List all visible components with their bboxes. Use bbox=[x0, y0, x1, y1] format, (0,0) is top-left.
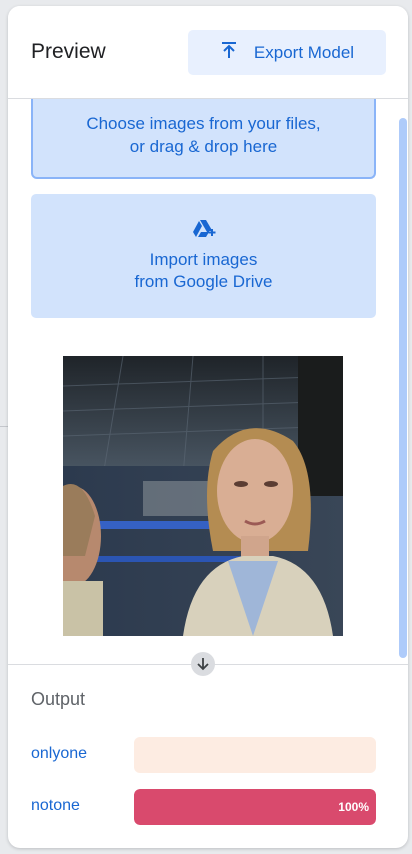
drop-zone-line1: Choose images from your files, bbox=[86, 114, 321, 133]
background-divider bbox=[0, 426, 8, 427]
output-title: Output bbox=[31, 689, 86, 709]
class-label: onlyone bbox=[31, 745, 88, 762]
google-drive-icon bbox=[192, 219, 216, 249]
panel-header: Preview Export Model bbox=[8, 6, 408, 99]
arrow-down-icon bbox=[191, 652, 215, 676]
drive-line2: from Google Drive bbox=[134, 272, 273, 291]
drop-zone-line2: or drag & drop here bbox=[129, 137, 278, 156]
file-drop-zone[interactable]: Choose images from your files, or drag &… bbox=[31, 99, 376, 179]
upload-arrow-icon bbox=[220, 41, 238, 64]
page-title: Preview bbox=[31, 40, 106, 63]
confidence-bar bbox=[134, 737, 376, 773]
class-label: notone bbox=[31, 797, 80, 814]
export-model-label: Export Model bbox=[253, 42, 355, 62]
import-google-drive-button[interactable]: Import images from Google Drive bbox=[31, 194, 376, 318]
drive-line1: Import images bbox=[149, 250, 258, 269]
confidence-percent: 100% bbox=[338, 800, 369, 814]
confidence-bar: 100% bbox=[134, 789, 376, 825]
preview-panel: Preview Export Model Choose images from … bbox=[8, 6, 408, 848]
export-model-button[interactable]: Export Model bbox=[188, 30, 386, 75]
class-row-onlyone: onlyone bbox=[31, 737, 376, 773]
uploaded-image-preview bbox=[63, 356, 343, 636]
scrollbar-thumb[interactable] bbox=[399, 118, 407, 658]
input-scroll-area[interactable]: Choose images from your files, or drag &… bbox=[8, 99, 408, 664]
class-row-notone: notone 100% bbox=[31, 789, 376, 825]
